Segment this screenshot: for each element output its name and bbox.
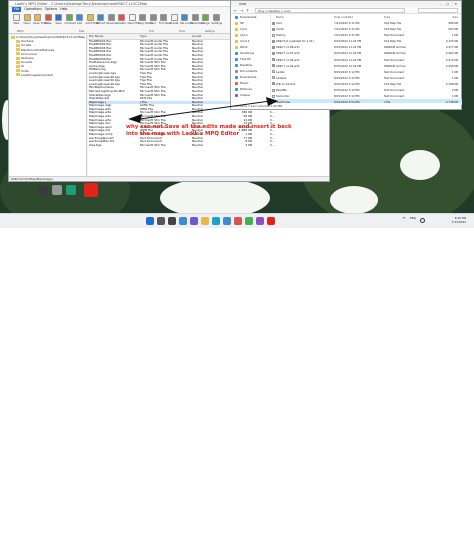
- search-icon[interactable]: [157, 217, 165, 225]
- taskview-icon[interactable]: [168, 217, 176, 225]
- arrow-line: [139, 100, 271, 120]
- explorer-icon[interactable]: [201, 217, 209, 225]
- taskbar: ^ ENG 8:16 PM 7/13/2022: [0, 213, 474, 228]
- edge-icon[interactable]: [212, 217, 220, 225]
- game-icon[interactable]: [234, 217, 242, 225]
- mpq-icon[interactable]: [256, 217, 264, 225]
- screenshot: Ladik's MPQ Editor - C:\Users\Desktop\To…: [0, 0, 474, 228]
- start-icon[interactable]: [146, 217, 154, 225]
- arrow-head-left: [128, 114, 142, 123]
- store-icon[interactable]: [223, 217, 231, 225]
- annotation-arrow: [128, 97, 278, 123]
- app-icon[interactable]: [267, 217, 275, 225]
- chrome-icon[interactable]: [245, 217, 253, 225]
- annotation-text: why can not Save all the edits made and …: [126, 124, 292, 137]
- arrow-head-right: [266, 97, 278, 106]
- language-indicator[interactable]: ENG: [410, 216, 416, 220]
- clock-date: 7/13/2022: [451, 220, 466, 224]
- clock[interactable]: 8:16 PM 7/13/2022: [436, 216, 466, 224]
- chat-icon[interactable]: [190, 217, 198, 225]
- widgets-icon[interactable]: [179, 217, 187, 225]
- chevron-up-icon[interactable]: ^: [402, 217, 406, 223]
- wifi-icon[interactable]: [420, 218, 425, 223]
